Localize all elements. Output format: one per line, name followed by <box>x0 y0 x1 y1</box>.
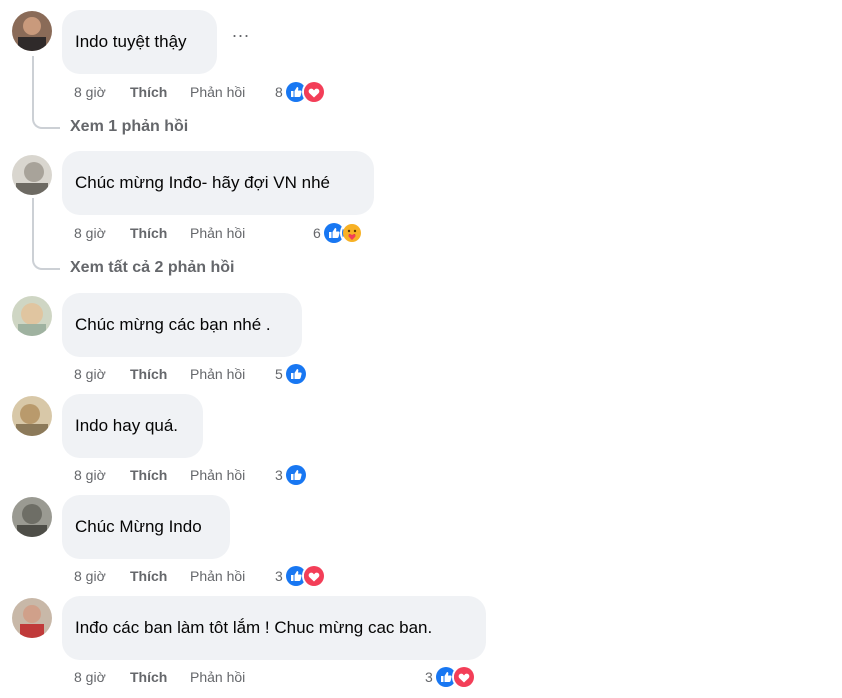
comment-text: Indo hay quá. <box>75 416 179 435</box>
comment-text: Chúc Mừng Indo <box>75 517 202 536</box>
comment-actions: 8 giờ Thích Phản hồi <box>74 464 280 486</box>
comment-text: Indo tuyệt thậy <box>75 32 187 51</box>
comment-actions: 8 giờ Thích Phản hồi <box>74 363 280 385</box>
reaction-summary[interactable]: 3 <box>425 665 476 689</box>
like-button[interactable]: Thích <box>130 568 190 584</box>
comment-actions: 8 giờ Thích Phản hồi <box>74 666 280 688</box>
like-reaction-icon <box>283 463 308 487</box>
comment-bubble: Indo tuyệt thậy <box>62 10 217 74</box>
like-button[interactable]: Thích <box>130 84 190 100</box>
like-button[interactable]: Thích <box>130 225 190 241</box>
reaction-count: 3 <box>275 568 283 584</box>
reaction-summary[interactable]: 6 <box>313 221 364 245</box>
comment-text: Chúc mừng các bạn nhé . <box>75 315 271 334</box>
reply-button[interactable]: Phản hồi <box>190 225 280 241</box>
comment-bubble: Chúc mừng các bạn nhé . <box>62 293 302 357</box>
reaction-summary[interactable]: 5 <box>275 362 308 386</box>
avatar[interactable] <box>12 598 52 638</box>
comment-time[interactable]: 8 giờ <box>74 366 130 382</box>
like-button[interactable]: Thích <box>130 669 190 685</box>
reply-thread-line <box>32 198 60 270</box>
reply-thread-line <box>32 56 60 129</box>
reaction-summary[interactable]: 3 <box>275 564 326 588</box>
like-reaction-icon <box>283 362 308 386</box>
comment-actions: 8 giờ Thích Phản hồi <box>74 222 280 244</box>
reply-button[interactable]: Phản hồi <box>190 568 280 584</box>
comment-time[interactable]: 8 giờ <box>74 84 130 100</box>
reply-button[interactable]: Phản hồi <box>190 669 280 685</box>
comment-actions: 8 giờ Thích Phản hồi <box>74 81 280 103</box>
more-options-icon[interactable]: ... <box>232 22 250 40</box>
avatar[interactable] <box>12 396 52 436</box>
reply-button[interactable]: Phản hồi <box>190 467 280 483</box>
love-reaction-icon <box>301 564 326 588</box>
comment-time[interactable]: 8 giờ <box>74 467 130 483</box>
like-button[interactable]: Thích <box>130 467 190 483</box>
view-replies-link[interactable]: Xem tất cả 2 phản hồi <box>70 259 234 277</box>
reaction-count: 3 <box>425 669 433 685</box>
avatar[interactable] <box>12 497 52 537</box>
like-button[interactable]: Thích <box>130 366 190 382</box>
comment-bubble: Inđo các ban làm tôt lắm ! Chuc mừng cac… <box>62 596 486 660</box>
reply-button[interactable]: Phản hồi <box>190 366 280 382</box>
love-reaction-icon <box>451 665 476 689</box>
comment-time[interactable]: 8 giờ <box>74 669 130 685</box>
avatar[interactable] <box>12 155 52 195</box>
reaction-count: 8 <box>275 84 283 100</box>
avatar[interactable] <box>12 11 52 51</box>
reply-button[interactable]: Phản hồi <box>190 84 280 100</box>
comment-actions: 8 giờ Thích Phản hồi <box>74 565 280 587</box>
reaction-summary[interactable]: 8 <box>275 80 326 104</box>
comment-text: Inđo các ban làm tôt lắm ! Chuc mừng cac… <box>75 618 433 637</box>
comment-time[interactable]: 8 giờ <box>74 568 130 584</box>
reaction-summary[interactable]: 3 <box>275 463 308 487</box>
avatar[interactable] <box>12 296 52 336</box>
reaction-count: 3 <box>275 467 283 483</box>
comment-bubble: Chúc mừng Inđo- hãy đợi VN nhé <box>62 151 374 215</box>
reaction-count: 5 <box>275 366 283 382</box>
comment-bubble: Indo hay quá. <box>62 394 203 458</box>
view-replies-link[interactable]: Xem 1 phản hồi <box>70 118 188 136</box>
love-reaction-icon <box>301 80 326 104</box>
comment-text: Chúc mừng Inđo- hãy đợi VN nhé <box>75 173 330 192</box>
comment-time[interactable]: 8 giờ <box>74 225 130 241</box>
reaction-count: 6 <box>313 225 321 241</box>
care-reaction-icon <box>339 221 364 245</box>
comment-bubble: Chúc Mừng Indo <box>62 495 230 559</box>
